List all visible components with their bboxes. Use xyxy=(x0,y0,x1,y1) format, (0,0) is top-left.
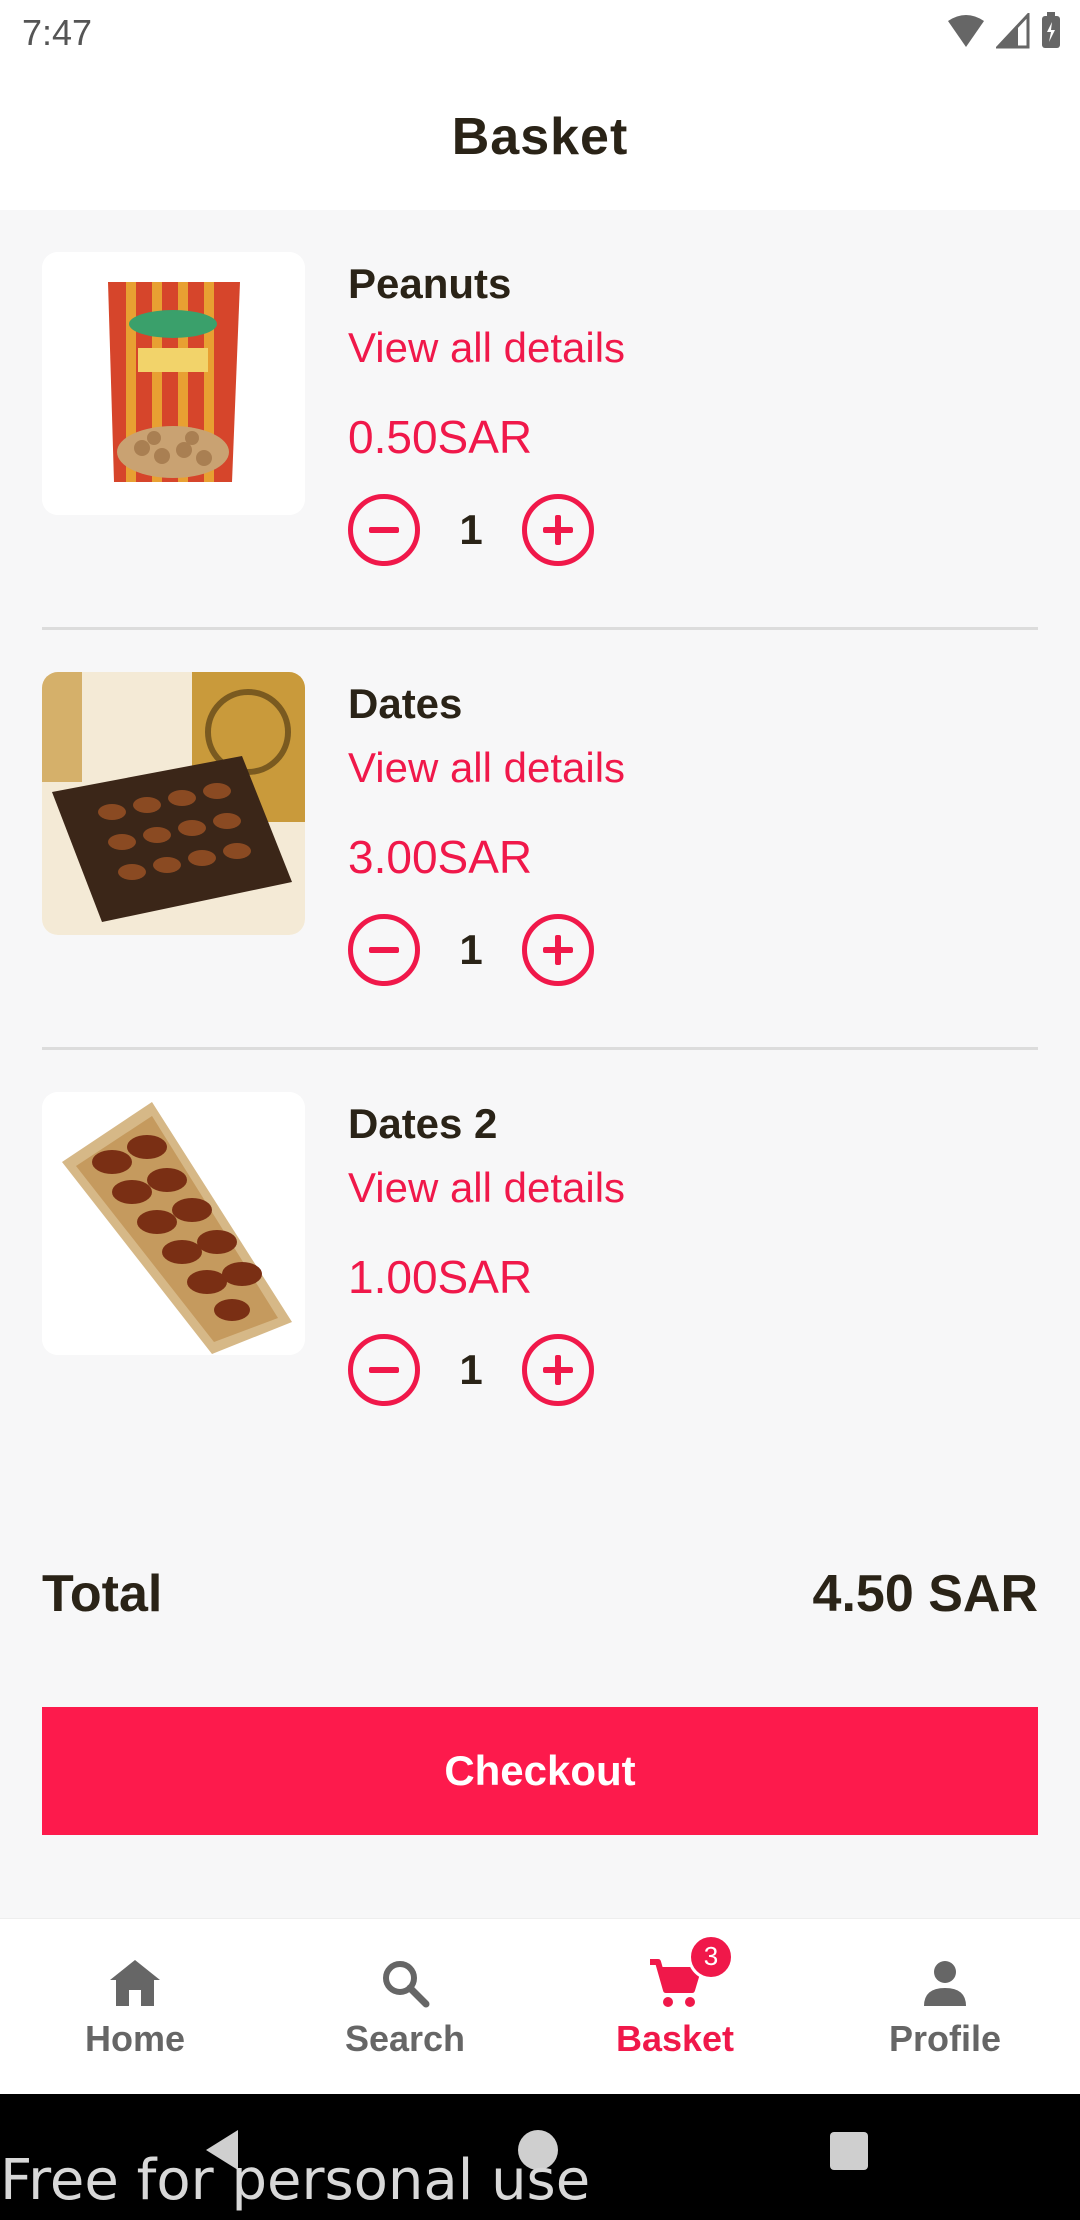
status-time: 7:47 xyxy=(22,12,93,53)
quantity-value: 1 xyxy=(459,1346,483,1393)
checkout-button[interactable]: Checkout xyxy=(42,1707,1038,1835)
total-label: Total xyxy=(42,1565,163,1623)
nav-item-profile[interactable]: Profile xyxy=(810,1919,1080,2094)
nav-item-home[interactable]: Home xyxy=(0,1919,270,2094)
item-price: 1.00SAR xyxy=(348,1251,533,1303)
nav-item-search[interactable]: Search xyxy=(270,1919,540,2094)
product-image-dates[interactable] xyxy=(42,672,305,935)
status-icons xyxy=(946,12,1062,50)
basket-item: Peanuts View all details 0.50SAR 1 xyxy=(42,210,1038,630)
increase-quantity-button[interactable] xyxy=(522,914,594,986)
header: Basket xyxy=(0,64,1080,210)
basket-item: Dates 2 View all details 1.00SAR 1 xyxy=(42,1050,1038,1470)
search-icon xyxy=(383,1960,430,2007)
quantity-value: 1 xyxy=(459,926,483,973)
quantity-stepper: 1 xyxy=(348,494,594,566)
status-bar: 7:47 xyxy=(0,0,1080,64)
item-price: 3.00SAR xyxy=(348,831,533,883)
bottom-nav: Home Search 3 Basket Profile xyxy=(0,1918,1080,2094)
total-value: 4.50 SAR xyxy=(812,1565,1038,1623)
basket-item: Dates View all details 3.00SAR 1 xyxy=(42,630,1038,1050)
item-name: Peanuts xyxy=(348,260,512,307)
increase-quantity-button[interactable] xyxy=(522,1334,594,1406)
watermark: Free for personal use xyxy=(0,2148,591,2213)
cart-icon-wrapper: 3 xyxy=(646,1933,734,2012)
home-icon xyxy=(110,1959,160,2006)
wifi-icon xyxy=(948,15,984,47)
page-title: Basket xyxy=(451,108,629,166)
person-icon xyxy=(924,1960,966,2006)
decrease-quantity-button[interactable] xyxy=(348,494,420,566)
item-name: Dates 2 xyxy=(348,1100,498,1147)
basket-count-badge: 3 xyxy=(688,1933,734,1980)
quantity-stepper: 1 xyxy=(348,1334,594,1406)
decrease-quantity-button[interactable] xyxy=(348,1334,420,1406)
quantity-stepper: 1 xyxy=(348,914,594,986)
signal-icon xyxy=(996,13,1030,49)
increase-quantity-button[interactable] xyxy=(522,494,594,566)
quantity-value: 1 xyxy=(459,506,483,553)
nav-item-basket[interactable]: 3 Basket xyxy=(540,1919,810,2094)
view-details-link[interactable]: View all details xyxy=(348,324,625,372)
nav-label: Search xyxy=(344,2017,466,2059)
item-name: Dates xyxy=(348,680,463,727)
nav-label: Profile xyxy=(888,2017,1002,2059)
product-image-peanuts[interactable] xyxy=(42,252,305,515)
battery-icon xyxy=(1042,12,1060,48)
view-details-link[interactable]: View all details xyxy=(348,744,625,792)
nav-label: Home xyxy=(84,2017,186,2059)
total-row: Total 4.50 SAR xyxy=(42,1564,1038,1624)
view-details-link[interactable]: View all details xyxy=(348,1164,625,1212)
decrease-quantity-button[interactable] xyxy=(348,914,420,986)
item-price: 0.50SAR xyxy=(348,411,533,463)
nav-label: Basket xyxy=(615,2017,735,2059)
recents-icon[interactable] xyxy=(830,2132,868,2170)
product-image-dates-2[interactable] xyxy=(42,1092,305,1355)
